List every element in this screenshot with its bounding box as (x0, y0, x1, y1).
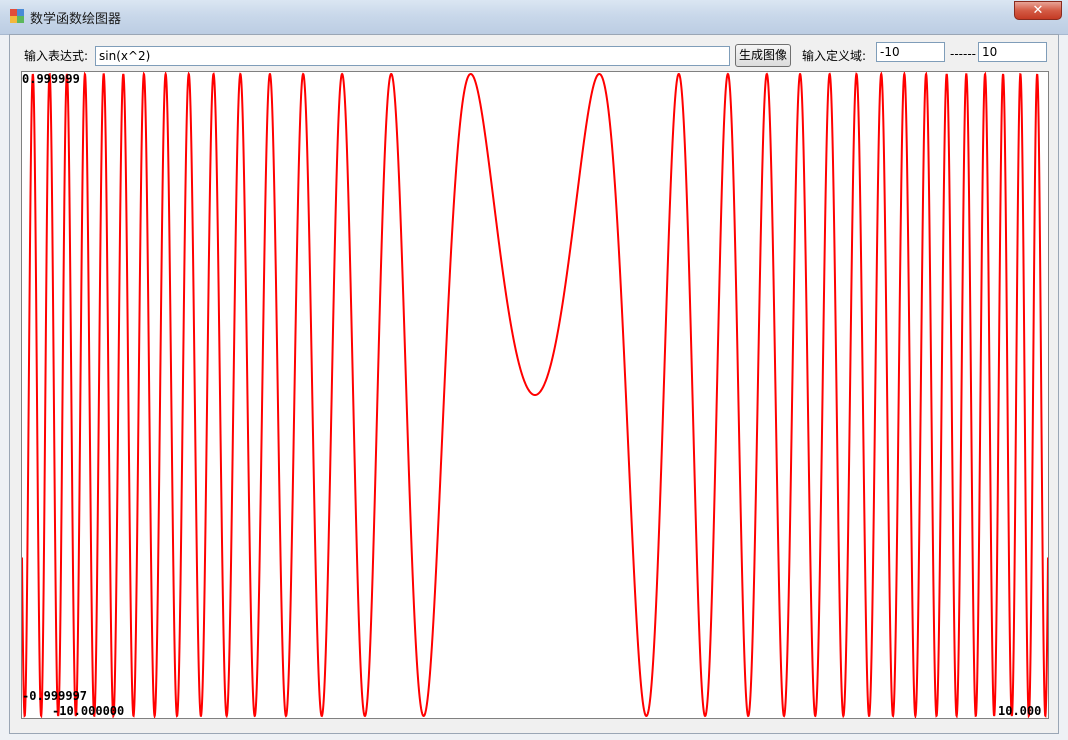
title-bar: 数学函数绘图器 ✕ (0, 0, 1068, 35)
x-min-label: -10.000000 (52, 704, 125, 718)
domain-separator: ------ (950, 47, 976, 61)
y-max-label: 0.999999 (22, 72, 80, 86)
close-button[interactable]: ✕ (1014, 1, 1062, 20)
close-icon: ✕ (1032, 3, 1044, 18)
domain-min-input[interactable]: -10 (876, 42, 945, 62)
curve-sin-x-squared (22, 72, 1048, 718)
x-max-label: 10.000 (998, 704, 1042, 718)
main-panel: 输入表达式: sin(x^2) 生成图像 输入定义域: -10 ------ 1… (9, 34, 1059, 734)
expression-input[interactable]: sin(x^2) (95, 46, 730, 66)
y-min-label: -0.999997 (22, 689, 88, 703)
function-plot (22, 72, 1048, 718)
generate-button[interactable]: 生成图像 (735, 44, 791, 67)
window-title: 数学函数绘图器 (30, 12, 122, 27)
domain-label: 输入定义域: (802, 49, 867, 63)
plot-area: 0.999999 -0.999997 -10.000000 10.000 (21, 71, 1049, 719)
domain-max-input[interactable]: 10 (978, 42, 1047, 62)
app-icon (10, 9, 24, 23)
expression-label: 输入表达式: (24, 49, 89, 63)
